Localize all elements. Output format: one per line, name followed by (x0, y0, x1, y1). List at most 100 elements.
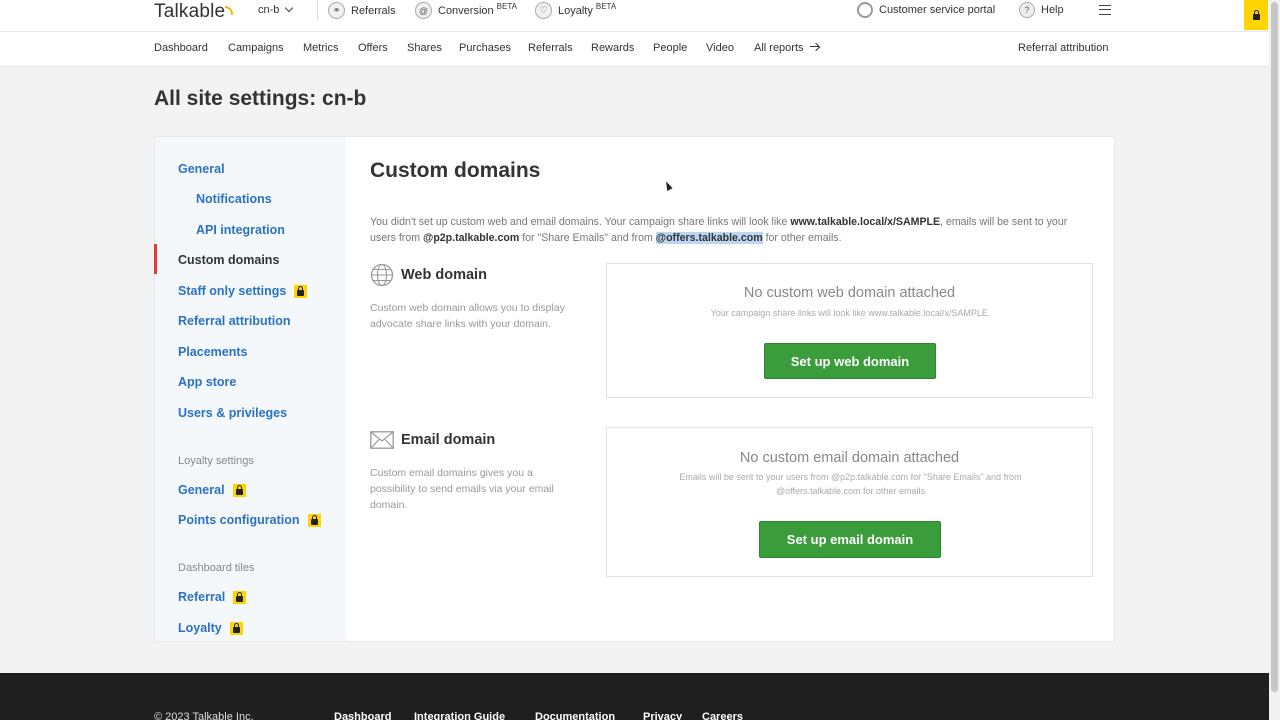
footer-link-careers[interactable]: Careers (702, 711, 743, 720)
lock-icon (232, 483, 246, 497)
lock-icon (294, 284, 308, 298)
product-loyalty[interactable]: ♡ Loyalty BETA (535, 2, 616, 19)
sidebar-item-label: Points configuration (178, 513, 300, 527)
portal-label: Customer service portal (879, 4, 996, 16)
product-conversion[interactable]: @ Conversion BETA (415, 2, 517, 19)
all-reports-label: All reports (754, 42, 804, 54)
site-selector-label: cn-b (258, 4, 280, 16)
hamburger-menu-icon[interactable] (1099, 5, 1111, 15)
section-title: Custom domains (370, 159, 541, 182)
loyalty-settings-heading: Loyalty settings (178, 455, 254, 467)
setup-web-domain-button[interactable]: Set up web domain (764, 343, 936, 379)
intro-part: You didn't set up custom web and email d… (370, 216, 791, 228)
footer-link-privacy[interactable]: Privacy (643, 711, 682, 720)
help-link[interactable]: ? Help (1019, 2, 1064, 18)
email-domain-description: Custom email domains gives you a possibi… (370, 467, 554, 511)
sidebar-item-general[interactable]: General (178, 162, 225, 176)
sidebar-item-label: Loyalty (178, 621, 222, 635)
sidebar-item-staff-only-settings[interactable]: Staff only settings (178, 284, 308, 298)
intro-text: You didn't set up custom web and email d… (370, 214, 1080, 246)
customer-service-portal-link[interactable]: Customer service portal (857, 2, 995, 18)
at-sign-icon: @ (415, 2, 432, 19)
nav-referral-attribution[interactable]: Referral attribution (1018, 42, 1109, 54)
p2p-email: @p2p.talkable.com (422, 232, 520, 244)
sidebar-item-referral-attribution[interactable]: Referral attribution (178, 314, 291, 328)
help-label: Help (1041, 4, 1064, 16)
lock-icon (229, 621, 243, 635)
nav-people[interactable]: People (653, 42, 687, 54)
web-domain-box-subtitle: Your campaign share links will look like… (710, 308, 991, 318)
sidebar-item-label: Placements (178, 345, 248, 359)
setup-email-domain-button[interactable]: Set up email domain (759, 521, 941, 558)
sidebar-item-label: Users & privileges (178, 406, 288, 420)
product-referrals[interactable]: ⚭ Referrals (328, 2, 396, 19)
portal-icon (857, 2, 873, 18)
sidebar-item-tile-referral[interactable]: Referral (178, 590, 247, 604)
active-indicator (154, 244, 157, 274)
referrals-icon: ⚭ (328, 2, 345, 19)
sidebar-item-label: Staff only settings (178, 284, 287, 298)
page-title: All site settings: cn-b (154, 87, 367, 110)
intro-part: for "Share Emails" and from (519, 232, 656, 244)
nav-metrics[interactable]: Metrics (303, 42, 338, 54)
nav-rewards[interactable]: Rewards (591, 42, 634, 54)
sidebar-item-users-privileges[interactable]: Users & privileges (178, 406, 287, 420)
lock-icon (307, 513, 321, 527)
logo-text: Talkable (154, 1, 226, 22)
web-domain-box: No custom web domain attached Your campa… (606, 263, 1093, 398)
nav-dashboard[interactable]: Dashboard (154, 42, 208, 54)
footer-link-documentation[interactable]: Documentation (535, 711, 615, 720)
beta-badge: BETA (496, 2, 517, 11)
sidebar-item-notifications[interactable]: Notifications (196, 192, 272, 206)
sidebar-item-loyalty-general[interactable]: General (178, 483, 246, 497)
nav-offers[interactable]: Offers (358, 42, 388, 54)
email-domain-box-subtitle: Emails will be sent to your users from @… (679, 472, 1022, 496)
lock-icon (233, 590, 247, 604)
sidebar-item-label: Notifications (196, 192, 272, 206)
sidebar-item-custom-domains[interactable]: Custom domains (178, 253, 279, 267)
nav-referrals[interactable]: Referrals (528, 42, 573, 54)
web-domain-box-title: No custom web domain attached (743, 285, 956, 301)
sidebar-item-api-integration[interactable]: API integration (196, 223, 285, 237)
offers-email-highlighted: @offers.talkable.com (655, 232, 763, 244)
footer-link-integration-guide[interactable]: Integration Guide (414, 711, 505, 720)
globe-icon (370, 263, 394, 287)
staff-lock-toggle[interactable] (1244, 0, 1268, 30)
envelope-icon (370, 431, 394, 449)
footer-link-dashboard[interactable]: Dashboard (334, 711, 391, 720)
product-label: Referrals (351, 4, 396, 17)
scrollbar-thumb[interactable] (1271, 2, 1278, 692)
logo-swoosh-icon (225, 6, 234, 15)
settings-sidebar: General Notifications API integration Cu… (154, 137, 346, 641)
sidebar-item-label: Referral (178, 590, 226, 604)
heart-icon: ♡ (535, 2, 552, 19)
sample-url: www.talkable.local/x/SAMPLE (790, 216, 941, 228)
nav-campaigns[interactable]: Campaigns (228, 42, 284, 54)
sidebar-item-label: Referral attribution (178, 314, 291, 328)
nav-video[interactable]: Video (706, 42, 734, 54)
sidebar-item-placements[interactable]: Placements (178, 345, 247, 359)
sidebar-item-label: API integration (196, 223, 285, 237)
vertical-scrollbar[interactable] (1269, 0, 1280, 720)
sidebar-item-label: Custom domains (178, 253, 280, 267)
sidebar-item-points-configuration[interactable]: Points configuration (178, 513, 321, 527)
intro-part: for other emails. (762, 232, 842, 244)
web-domain-title: Web domain (401, 267, 487, 283)
site-selector[interactable]: cn-b (258, 3, 294, 16)
copyright: © 2023 Talkable Inc. (154, 711, 254, 720)
help-icon: ? (1019, 2, 1035, 18)
dashboard-tiles-heading: Dashboard tiles (178, 562, 255, 574)
sidebar-item-app-store[interactable]: App store (178, 375, 236, 389)
footer: © 2023 Talkable Inc. Dashboard Integrati… (0, 673, 1269, 720)
nav-purchases[interactable]: Purchases (459, 42, 511, 54)
sidebar-item-label: General (178, 483, 225, 497)
talkable-logo[interactable]: Talkable (154, 1, 234, 23)
divider (317, 0, 318, 20)
nav-shares[interactable]: Shares (407, 42, 442, 54)
sidebar-item-tile-loyalty[interactable]: Loyalty (178, 621, 243, 635)
sidebar-item-label: General (178, 162, 225, 176)
web-domain-heading: Web domain (370, 263, 487, 287)
arrow-right-icon (809, 43, 819, 51)
product-label: Loyalty (558, 4, 593, 17)
nav-all-reports[interactable]: All reports (754, 42, 819, 54)
